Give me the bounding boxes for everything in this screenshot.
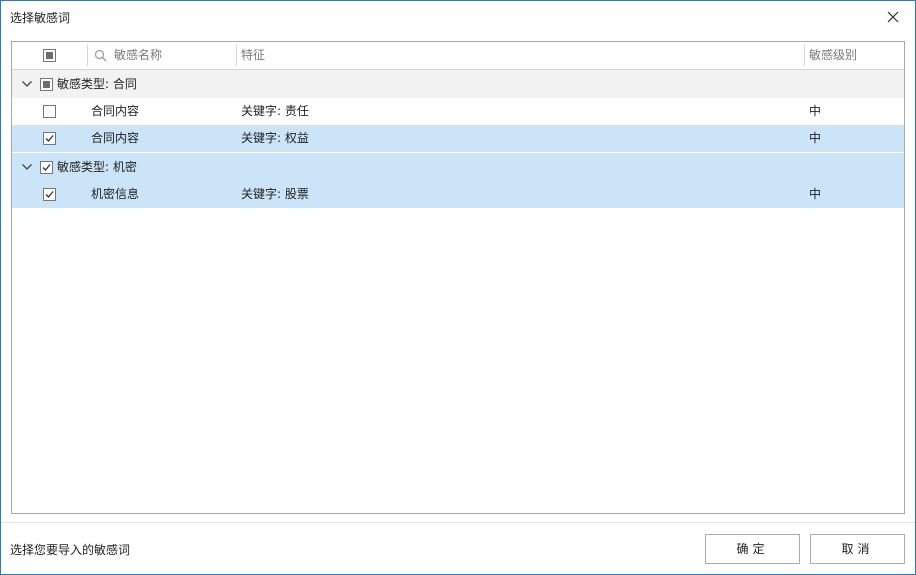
group-checkbox[interactable] <box>40 161 53 174</box>
checkmark-icon <box>45 135 54 142</box>
select-all-checkbox[interactable] <box>43 49 56 62</box>
row-name: 合同内容 <box>91 131 140 145</box>
row-checkbox[interactable] <box>43 188 56 201</box>
table-row[interactable]: 合同内容 关键字: 权益 中 <box>12 125 904 152</box>
row-name: 合同内容 <box>91 104 140 118</box>
search-icon <box>94 49 107 62</box>
table-row[interactable]: 合同内容 关键字: 责任 中 <box>12 98 904 125</box>
column-divider <box>236 45 237 66</box>
group-label: 敏感类型: 合同 <box>57 77 137 91</box>
ok-button[interactable]: 确定 <box>705 534 800 564</box>
column-divider <box>804 45 805 66</box>
chevron-down-icon[interactable] <box>21 162 33 172</box>
cancel-button[interactable]: 取消 <box>810 534 905 564</box>
column-divider <box>87 45 88 66</box>
row-feature: 关键字: 股票 <box>241 187 309 201</box>
dialog-title: 选择敏感词 <box>10 11 71 25</box>
checkmark-icon <box>45 191 54 198</box>
group-row-secret[interactable]: 敏感类型: 机密 <box>12 153 904 181</box>
checkmark-icon <box>42 164 51 171</box>
dialog-window: 选择敏感词 敏感名称 特征 敏感级别 敏感类型: 合同 合同内容 关键字: 责任… <box>0 0 916 575</box>
column-header-feature[interactable]: 特征 <box>241 42 265 69</box>
sensitive-word-grid: 敏感名称 特征 敏感级别 敏感类型: 合同 合同内容 关键字: 责任 中 合同内… <box>11 41 905 514</box>
name-search-input[interactable]: 敏感名称 <box>114 42 162 69</box>
title-bar: 选择敏感词 <box>1 1 915 33</box>
row-level: 中 <box>809 104 822 118</box>
row-feature: 关键字: 责任 <box>241 104 309 118</box>
row-name: 机密信息 <box>91 187 140 201</box>
row-level: 中 <box>809 131 822 145</box>
grid-header: 敏感名称 特征 敏感级别 <box>12 42 904 70</box>
row-checkbox[interactable] <box>43 132 56 145</box>
row-level: 中 <box>809 187 822 201</box>
group-row-contract[interactable]: 敏感类型: 合同 <box>12 70 904 98</box>
column-header-level[interactable]: 敏感级别 <box>809 42 857 69</box>
chevron-down-icon[interactable] <box>21 79 33 89</box>
group-checkbox[interactable] <box>40 78 53 91</box>
status-text: 选择您要导入的敏感词 <box>10 543 131 557</box>
footer-divider <box>1 522 915 523</box>
group-label: 敏感类型: 机密 <box>57 160 137 174</box>
close-button[interactable] <box>883 7 903 27</box>
row-feature: 关键字: 权益 <box>241 131 309 145</box>
table-row[interactable]: 机密信息 关键字: 股票 中 <box>12 181 904 208</box>
row-checkbox[interactable] <box>43 105 56 118</box>
close-icon <box>887 11 899 23</box>
